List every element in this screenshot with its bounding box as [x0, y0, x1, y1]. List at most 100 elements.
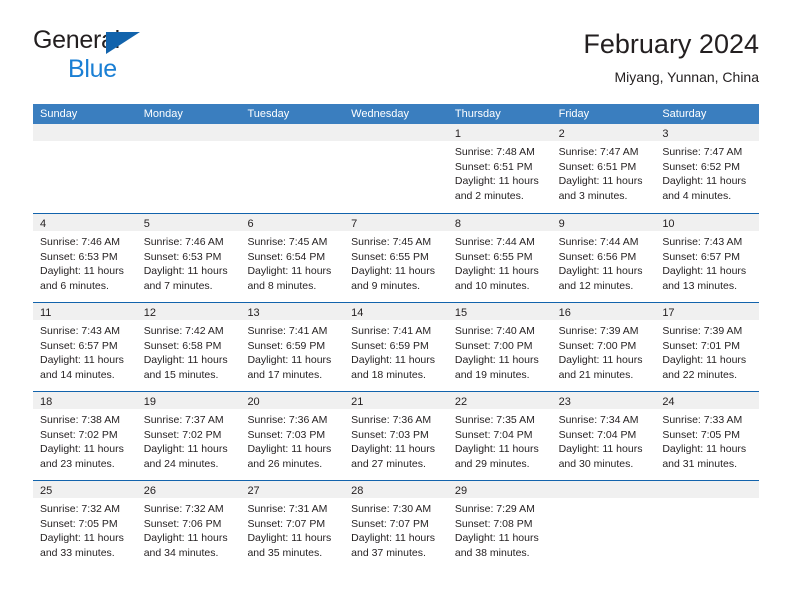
day-number: 16	[558, 307, 571, 319]
calendar-day-cell[interactable]: 11 Sunrise: 7:43 AM Sunset: 6:57 PM Dayligh…	[33, 303, 137, 391]
calendar-day-cell[interactable]: 12 Sunrise: 7:42 AM Sunset: 6:58 PM Dayligh…	[136, 303, 241, 391]
sunrise-text: Sunrise: 7:44 AM	[454, 236, 535, 248]
weekday-header-monday: Monday	[143, 108, 183, 120]
calendar-day-cell[interactable]: 10 Sunrise: 7:43 AM Sunset: 6:57 PM Dayligh…	[655, 214, 760, 302]
calendar-day-cell[interactable]: 24 Sunrise: 7:33 AM Sunset: 7:05 PM Dayligh…	[655, 392, 760, 480]
daylight-text-line1: Daylight: 11 hours	[143, 443, 228, 456]
day-number: 18	[40, 396, 53, 408]
day-number-band: 17	[655, 303, 760, 320]
daylight-text-line2: and 31 minutes.	[662, 457, 738, 470]
day-details: Sunrise: 7:45 AM Sunset: 6:54 PM Daylight:…	[240, 231, 344, 293]
calendar-day-cell-empty	[655, 481, 760, 569]
day-details: Sunrise: 7:42 AM Sunset: 6:58 PM Daylight:…	[137, 320, 241, 382]
calendar-day-cell[interactable]: 23 Sunrise: 7:34 AM Sunset: 7:04 PM Dayligh…	[551, 392, 656, 480]
day-number: 6	[247, 218, 254, 230]
day-number: 22	[454, 396, 468, 408]
sunset-text: Sunset: 7:02 PM	[143, 428, 222, 441]
day-details: Sunrise: 7:40 AM Sunset: 7:00 PM Daylight:…	[448, 320, 552, 382]
day-number-band: 9	[551, 214, 656, 231]
sunrise-text: Sunrise: 7:37 AM	[143, 414, 224, 426]
calendar-day-cell[interactable]: 14 Sunrise: 7:41 AM Sunset: 6:59 PM Dayligh…	[344, 303, 448, 391]
daylight-text-line2: and 6 minutes.	[40, 279, 109, 292]
calendar-week-row: 4 Sunrise: 7:46 AM Sunset: 6:53 PM Daylight…	[33, 213, 760, 302]
calendar-day-cell[interactable]: 20 Sunrise: 7:36 AM Sunset: 7:03 PM Dayligh…	[240, 392, 345, 480]
calendar-day-cell[interactable]: 21 Sunrise: 7:36 AM Sunset: 7:03 PM Dayligh…	[344, 392, 448, 480]
calendar-week-row: 1 Sunrise: 7:48 AM Sunset: 6:51 PM Daylight…	[33, 124, 760, 213]
calendar-day-cell[interactable]: 4 Sunrise: 7:46 AM Sunset: 6:53 PM Daylight…	[33, 214, 137, 302]
sunset-text: Sunset: 6:58 PM	[143, 339, 222, 352]
day-number: 15	[454, 307, 468, 319]
day-number: 1	[454, 128, 461, 140]
day-number: 23	[558, 396, 571, 408]
day-number: 13	[247, 307, 260, 319]
calendar-day-cell[interactable]: 13 Sunrise: 7:41 AM Sunset: 6:59 PM Dayligh…	[240, 303, 345, 391]
page-subtitle-location: Miyang, Yunnan, China	[614, 69, 759, 85]
day-details: Sunrise: 7:45 AM Sunset: 6:55 PM Daylight:…	[344, 231, 448, 293]
day-number: 20	[247, 396, 260, 408]
calendar-day-cell[interactable]: 2 Sunrise: 7:47 AM Sunset: 6:51 PM Daylight…	[551, 124, 656, 213]
sunset-text: Sunset: 7:07 PM	[247, 517, 326, 530]
sunrise-text: Sunrise: 7:47 AM	[558, 146, 639, 158]
sunrise-text: Sunrise: 7:39 AM	[662, 325, 743, 337]
calendar-day-cell[interactable]: 1 Sunrise: 7:48 AM Sunset: 6:51 PM Daylight…	[447, 124, 552, 213]
sunrise-text: Sunrise: 7:31 AM	[247, 503, 328, 515]
day-number-band: 11	[33, 303, 137, 320]
day-number-band: 5	[136, 214, 241, 231]
weekday-header-tuesday: Tuesday	[247, 108, 290, 120]
daylight-text-line2: and 3 minutes.	[558, 189, 628, 202]
day-number-band: 21	[344, 392, 448, 409]
calendar-day-cell[interactable]: 27 Sunrise: 7:31 AM Sunset: 7:07 PM Dayligh…	[240, 481, 345, 569]
daylight-text-line1: Daylight: 11 hours	[143, 354, 228, 367]
day-number: 3	[662, 128, 669, 140]
sunset-text: Sunset: 6:54 PM	[247, 250, 326, 263]
calendar-day-cell[interactable]: 16 Sunrise: 7:39 AM Sunset: 7:00 PM Dayligh…	[551, 303, 656, 391]
sunset-text: Sunset: 7:07 PM	[351, 517, 429, 530]
daylight-text-line2: and 29 minutes.	[454, 457, 530, 470]
day-number-band	[344, 124, 448, 141]
calendar-day-cell[interactable]: 18 Sunrise: 7:38 AM Sunset: 7:02 PM Dayligh…	[33, 392, 137, 480]
daylight-text-line2: and 37 minutes.	[351, 546, 426, 559]
weekday-header-wednesday: Wednesday	[351, 108, 410, 120]
day-number-band: 19	[136, 392, 241, 409]
calendar-day-cell[interactable]: 29 Sunrise: 7:29 AM Sunset: 7:08 PM Dayligh…	[447, 481, 552, 569]
daylight-text-line2: and 13 minutes.	[662, 279, 738, 292]
calendar-day-cell[interactable]: 22 Sunrise: 7:35 AM Sunset: 7:04 PM Dayligh…	[447, 392, 552, 480]
daylight-text-line2: and 18 minutes.	[351, 368, 426, 381]
day-number-band: 28	[344, 481, 448, 498]
calendar-day-cell[interactable]: 26 Sunrise: 7:32 AM Sunset: 7:06 PM Dayligh…	[136, 481, 241, 569]
sunrise-text: Sunrise: 7:41 AM	[247, 325, 328, 337]
day-details: Sunrise: 7:41 AM Sunset: 6:59 PM Daylight:…	[344, 320, 448, 382]
calendar-day-cell[interactable]: 25 Sunrise: 7:32 AM Sunset: 7:05 PM Dayligh…	[33, 481, 137, 569]
day-number: 7	[351, 218, 358, 230]
calendar-day-cell[interactable]: 3 Sunrise: 7:47 AM Sunset: 6:52 PM Daylight…	[655, 124, 760, 213]
daylight-text-line1: Daylight: 11 hours	[558, 265, 643, 278]
daylight-text-line2: and 38 minutes.	[454, 546, 530, 559]
sunrise-text: Sunrise: 7:45 AM	[351, 236, 432, 248]
calendar-day-cell[interactable]: 5 Sunrise: 7:46 AM Sunset: 6:53 PM Daylight…	[136, 214, 241, 302]
daylight-text-line1: Daylight: 11 hours	[351, 443, 436, 456]
daylight-text-line2: and 34 minutes.	[143, 546, 219, 559]
calendar-day-cell[interactable]: 17 Sunrise: 7:39 AM Sunset: 7:01 PM Dayligh…	[655, 303, 760, 391]
daylight-text-line2: and 27 minutes.	[351, 457, 426, 470]
general-blue-logo[interactable]: General Blue	[33, 28, 140, 83]
weekday-header-saturday: Saturday	[662, 108, 707, 120]
day-number-band	[551, 481, 656, 498]
sunrise-text: Sunrise: 7:46 AM	[143, 236, 224, 248]
day-number-band	[136, 124, 241, 141]
day-number-band: 24	[655, 392, 760, 409]
calendar-day-cell[interactable]: 6 Sunrise: 7:45 AM Sunset: 6:54 PM Daylight…	[240, 214, 345, 302]
calendar-day-cell[interactable]: 8 Sunrise: 7:44 AM Sunset: 6:55 PM Daylight…	[447, 214, 552, 302]
triangle-flag-icon	[106, 32, 140, 54]
title-block: February 2024 Miyang, Yunnan, China	[583, 28, 759, 87]
day-number-band: 14	[344, 303, 448, 320]
sunrise-text: Sunrise: 7:34 AM	[558, 414, 639, 426]
calendar-day-cell[interactable]: 15 Sunrise: 7:40 AM Sunset: 7:00 PM Dayligh…	[447, 303, 552, 391]
daylight-text-line1: Daylight: 11 hours	[454, 354, 539, 367]
sunset-text: Sunset: 6:56 PM	[558, 250, 637, 263]
calendar-day-cell[interactable]: 28 Sunrise: 7:30 AM Sunset: 7:07 PM Dayligh…	[344, 481, 448, 569]
calendar-day-cell[interactable]: 7 Sunrise: 7:45 AM Sunset: 6:55 PM Daylight…	[344, 214, 448, 302]
calendar-day-cell[interactable]: 9 Sunrise: 7:44 AM Sunset: 6:56 PM Daylight…	[551, 214, 656, 302]
calendar-day-cell[interactable]: 19 Sunrise: 7:37 AM Sunset: 7:02 PM Dayligh…	[136, 392, 241, 480]
daylight-text-line1: Daylight: 11 hours	[454, 532, 539, 545]
logo-text-blue: Blue	[68, 55, 117, 83]
